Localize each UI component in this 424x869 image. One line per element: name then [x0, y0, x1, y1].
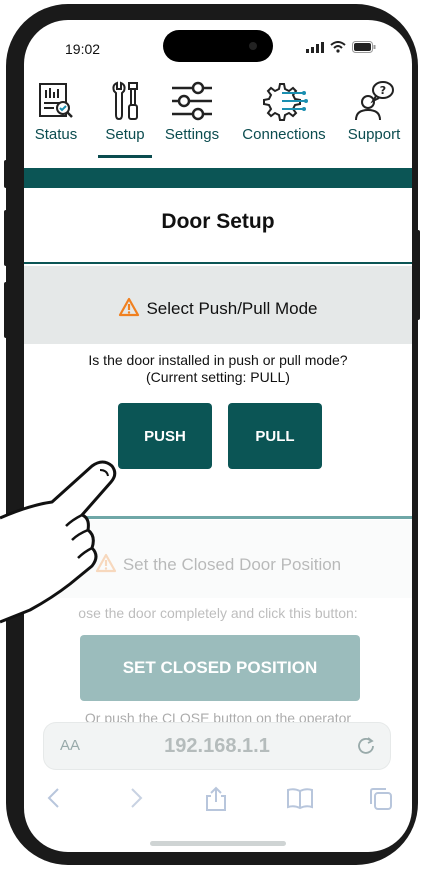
nav-active-indicator — [98, 155, 152, 158]
nav-item-settings[interactable]: Settings — [152, 80, 232, 143]
top-nav: Status Setup Settings Connections ? Supp… — [24, 80, 412, 180]
pull-button[interactable]: PULL — [228, 403, 322, 469]
status-icons — [306, 41, 376, 53]
header-band — [24, 168, 412, 188]
gear-connections-icon — [263, 83, 308, 121]
tools-icon — [112, 81, 138, 121]
pointing-hand-icon — [0, 460, 117, 624]
current-setting: (Current setting: PULL) — [146, 369, 290, 385]
support-person-icon: ? — [355, 81, 394, 121]
reload-icon[interactable] — [356, 735, 376, 755]
tabs-icon[interactable] — [368, 786, 394, 812]
svg-text:?: ? — [380, 84, 386, 97]
sliders-icon — [172, 81, 212, 121]
push-pull-heading: Select Push/Pull Mode — [24, 297, 412, 319]
warning-icon — [119, 297, 140, 317]
volume-down-button — [4, 282, 8, 338]
push-pull-question: Is the door installed in push or pull mo… — [24, 352, 412, 386]
nav-label-support: Support — [347, 126, 401, 143]
bookmarks-icon[interactable] — [286, 786, 314, 810]
back-icon[interactable] — [44, 786, 64, 810]
set-closed-position-button[interactable]: SET CLOSED POSITION — [80, 635, 360, 701]
nav-item-support[interactable]: ? Support — [334, 80, 412, 143]
question-text: Is the door installed in push or pull mo… — [88, 352, 348, 368]
url-text: 192.168.1.1 — [164, 735, 270, 757]
push-pull-heading-text: Select Push/Pull Mode — [146, 299, 318, 318]
battery-icon — [352, 41, 376, 53]
nav-label-connections: Connections — [242, 126, 326, 143]
dynamic-island — [163, 30, 273, 62]
page-title: Door Setup — [161, 210, 275, 233]
screen: 19:02 Status Setup Settings Connections … — [24, 20, 412, 852]
home-indicator — [150, 841, 286, 846]
forward-icon[interactable] — [126, 786, 146, 810]
volume-up-button — [4, 210, 8, 266]
signal-icon — [306, 41, 324, 53]
status-report-icon — [39, 83, 73, 118]
nav-item-connections[interactable]: Connections — [234, 80, 334, 143]
share-icon[interactable] — [204, 786, 228, 812]
wifi-icon — [330, 41, 346, 53]
nav-label-settings: Settings — [164, 126, 220, 143]
closed-position-heading-text: Set the Closed Door Position — [122, 555, 342, 574]
browser-toolbar — [24, 780, 412, 820]
status-time: 19:02 — [65, 41, 101, 57]
browser-address-bar[interactable]: AA 192.168.1.1 — [44, 723, 390, 769]
power-button — [416, 230, 420, 320]
divider — [24, 262, 412, 264]
side-button — [4, 160, 8, 188]
